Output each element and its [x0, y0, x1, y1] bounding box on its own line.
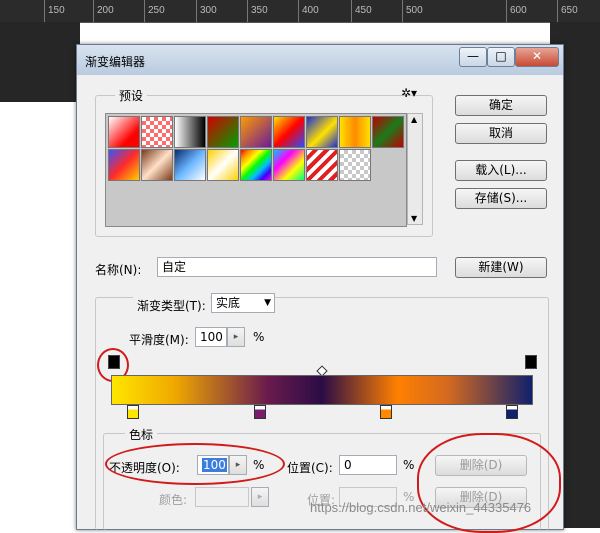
ruler-tick — [506, 0, 507, 22]
maximize-button[interactable]: □ — [487, 47, 515, 67]
preset-swatch[interactable] — [339, 116, 371, 148]
ruler-label: 150 — [48, 5, 65, 16]
color-stop[interactable] — [254, 405, 266, 419]
ruler-label: 500 — [406, 5, 423, 16]
annotation-circle — [105, 443, 285, 485]
ruler-tick — [351, 0, 352, 22]
preset-swatch[interactable] — [306, 149, 338, 181]
ruler-label: 300 — [200, 5, 217, 16]
ruler-tick — [557, 0, 558, 22]
position-label: 位置(C): — [287, 461, 333, 475]
name-label: 名称(N): — [95, 263, 142, 277]
preset-swatch[interactable] — [273, 116, 305, 148]
preset-swatch[interactable] — [339, 149, 371, 181]
dialog-title: 渐变编辑器 — [85, 55, 146, 69]
color-swatch-field[interactable] — [195, 487, 249, 507]
annotation-circle — [417, 433, 561, 533]
ruler: 150 200 250 300 350 400 450 500 600 650 — [0, 0, 600, 23]
color-picker-arrow[interactable]: ▸ — [251, 487, 269, 507]
cancel-button[interactable]: 取消 — [455, 123, 547, 144]
load-button[interactable]: 载入(L)... — [455, 160, 547, 181]
name-field[interactable]: 自定 — [157, 257, 437, 277]
preset-swatch[interactable] — [207, 149, 239, 181]
ruler-tick — [298, 0, 299, 22]
presets-scrollbar[interactable]: ▲ ▼ — [407, 113, 423, 225]
ruler-label: 400 — [302, 5, 319, 16]
scroll-up-icon[interactable]: ▲ — [411, 115, 417, 124]
ruler-label: 450 — [355, 5, 372, 16]
preset-swatch[interactable] — [240, 116, 272, 148]
scroll-down-icon[interactable]: ▼ — [411, 214, 417, 223]
ok-button[interactable]: 确定 — [455, 95, 547, 116]
gradient-type-label: 渐变类型(T): — [133, 297, 210, 314]
gear-icon[interactable]: ✲▾ — [401, 86, 417, 100]
ruler-tick — [44, 0, 45, 22]
preset-swatch[interactable] — [141, 149, 173, 181]
close-button[interactable]: ✕ — [515, 47, 559, 67]
chevron-down-icon: ▼ — [264, 298, 271, 308]
smoothness-unit: % — [253, 330, 265, 344]
preset-swatch[interactable] — [174, 149, 206, 181]
preset-swatch[interactable] — [372, 116, 404, 148]
preset-swatch[interactable] — [240, 149, 272, 181]
smoothness-input[interactable]: 100 — [195, 327, 227, 347]
ruler-label: 600 — [510, 5, 527, 16]
position-unit: % — [403, 458, 415, 472]
color-stop[interactable] — [380, 405, 392, 419]
ruler-label: 350 — [251, 5, 268, 16]
smoothness-label: 平滑度(M): — [129, 333, 189, 347]
preset-swatch[interactable] — [273, 149, 305, 181]
preset-swatch[interactable] — [306, 116, 338, 148]
title-bar[interactable]: 渐变编辑器 — □ ✕ — [77, 45, 563, 75]
ruler-tick — [93, 0, 94, 22]
new-button[interactable]: 新建(W) — [455, 257, 547, 278]
gradient-preview-bar[interactable] — [111, 375, 533, 405]
preset-swatch[interactable] — [108, 149, 140, 181]
gradient-editor-dialog: 渐变编辑器 — □ ✕ 预设 ✲▾ ▲ ▼ 确定 取消 载入(L)... 存储(… — [76, 44, 564, 533]
smoothness-stepper[interactable]: ▸ — [227, 327, 245, 347]
position-input[interactable]: 0 — [339, 455, 397, 475]
ruler-tick — [144, 0, 145, 22]
save-button[interactable]: 存储(S)... — [455, 188, 547, 209]
preset-swatch[interactable] — [141, 116, 173, 148]
ruler-label: 650 — [561, 5, 578, 16]
presets-label: 预设 — [115, 87, 148, 104]
opacity-stop-right[interactable] — [525, 355, 537, 369]
ruler-tick — [247, 0, 248, 22]
stops-label: 色标 — [125, 426, 158, 443]
color-label: 颜色: — [159, 493, 188, 507]
ruler-label: 250 — [148, 5, 165, 16]
gradient-type-value: 实底 — [216, 296, 241, 310]
color-stop[interactable] — [506, 405, 518, 419]
preset-swatch[interactable] — [174, 116, 206, 148]
ruler-tick — [196, 0, 197, 22]
preset-grid[interactable] — [105, 113, 407, 227]
watermark: https://blog.csdn.net/weixin_44335476 — [310, 500, 532, 515]
ruler-label: 200 — [97, 5, 114, 16]
canvas-dark-area — [0, 22, 80, 102]
ruler-tick — [402, 0, 403, 22]
preset-swatch[interactable] — [207, 116, 239, 148]
preset-swatch[interactable] — [108, 116, 140, 148]
gradient-type-select[interactable]: 实底 ▼ — [211, 293, 275, 313]
minimize-button[interactable]: — — [459, 47, 487, 67]
color-stop[interactable] — [127, 405, 139, 419]
